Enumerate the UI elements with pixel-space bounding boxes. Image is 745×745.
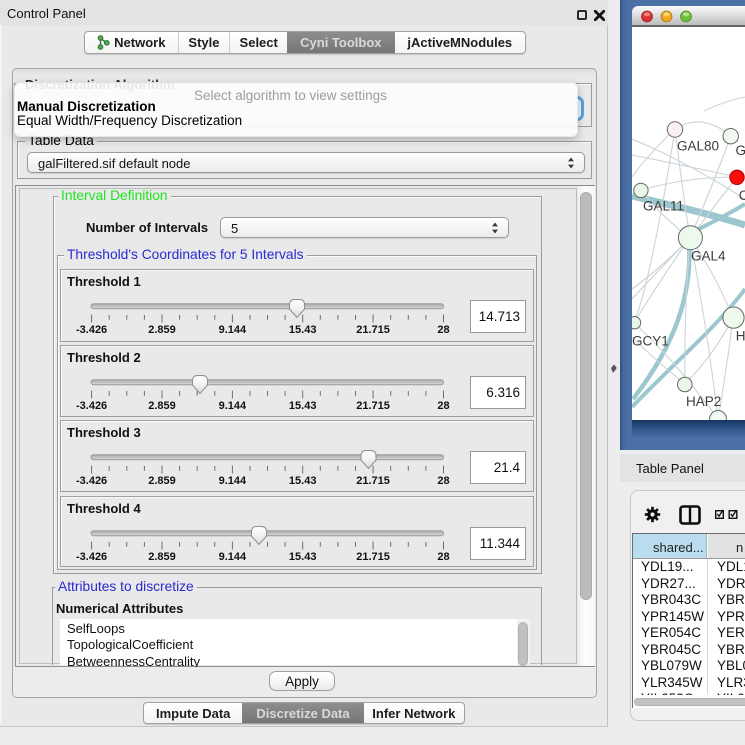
svg-text:2.859: 2.859 bbox=[148, 324, 176, 336]
svg-text:GCY1: GCY1 bbox=[632, 334, 669, 349]
svg-text:2.859: 2.859 bbox=[148, 400, 176, 412]
svg-text:GAL11: GAL11 bbox=[643, 199, 684, 214]
svg-text:21.715: 21.715 bbox=[356, 475, 390, 487]
svg-text:-3.426: -3.426 bbox=[76, 551, 107, 563]
svg-text:15.43: 15.43 bbox=[289, 475, 317, 487]
svg-text:15.43: 15.43 bbox=[289, 324, 317, 336]
svg-text:9.144: 9.144 bbox=[219, 551, 247, 563]
svg-text:21.715: 21.715 bbox=[356, 551, 390, 563]
svg-text:-3.426: -3.426 bbox=[76, 400, 107, 412]
svg-text:15.43: 15.43 bbox=[289, 400, 317, 412]
svg-text:9.144: 9.144 bbox=[219, 400, 247, 412]
svg-text:C: C bbox=[739, 188, 745, 203]
svg-text:9.144: 9.144 bbox=[219, 475, 247, 487]
svg-text:28: 28 bbox=[437, 475, 449, 487]
svg-text:28: 28 bbox=[437, 324, 449, 336]
svg-text:2.859: 2.859 bbox=[148, 551, 176, 563]
svg-text:28: 28 bbox=[437, 400, 449, 412]
svg-text:21.715: 21.715 bbox=[356, 400, 390, 412]
svg-text:2.859: 2.859 bbox=[148, 475, 176, 487]
svg-text:HAP2: HAP2 bbox=[686, 394, 721, 409]
svg-text:9.144: 9.144 bbox=[219, 324, 247, 336]
svg-text:GA: GA bbox=[736, 143, 745, 158]
svg-text:28: 28 bbox=[437, 551, 449, 563]
svg-text:-3.426: -3.426 bbox=[76, 475, 107, 487]
svg-text:GAL4: GAL4 bbox=[691, 249, 726, 264]
svg-text:GAL80: GAL80 bbox=[677, 139, 719, 154]
svg-text:21.715: 21.715 bbox=[356, 324, 390, 336]
svg-text:15.43: 15.43 bbox=[289, 551, 317, 563]
svg-text:H: H bbox=[736, 329, 745, 344]
svg-text:-3.426: -3.426 bbox=[76, 324, 107, 336]
